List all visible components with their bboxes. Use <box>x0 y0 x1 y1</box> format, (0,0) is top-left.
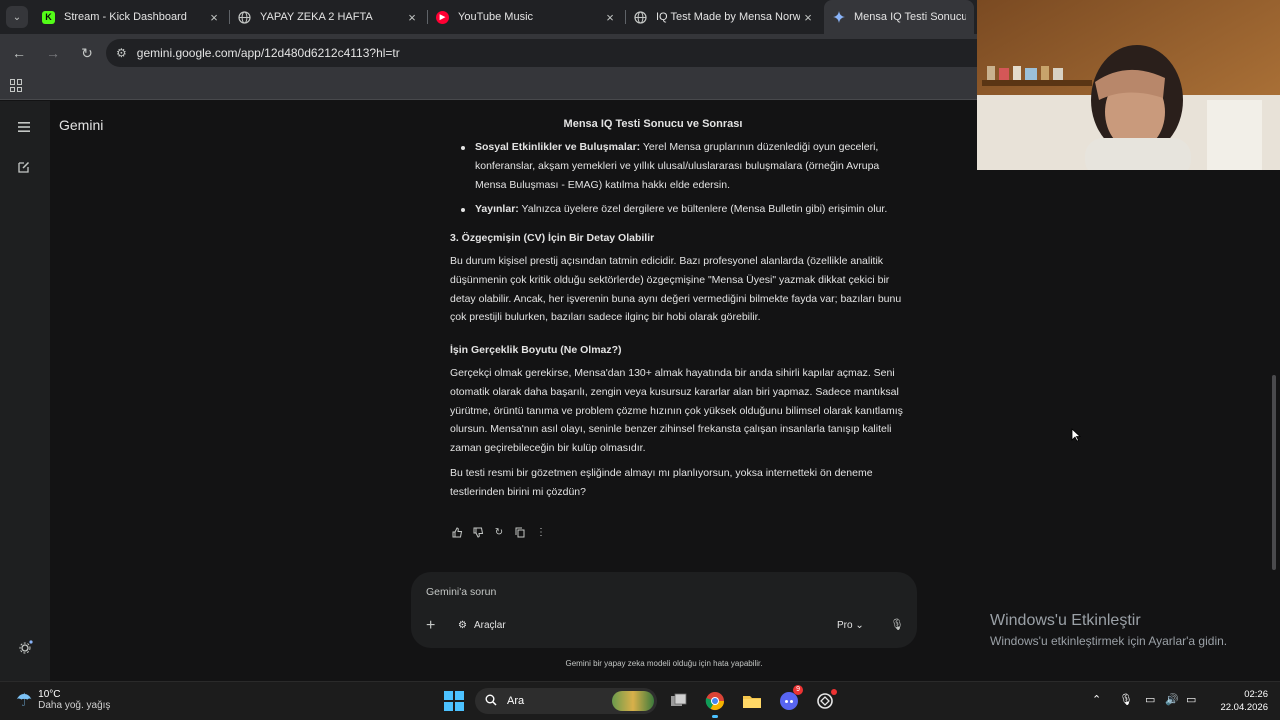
prompt-composer[interactable]: Gemini'a sorun + ⚙ Araçlar Pro ⌄ 🎙 <box>411 572 917 648</box>
watermark-subtitle: Windows'u etkinleştirmek için Ayarlar'a … <box>990 634 1228 648</box>
task-view-icon[interactable] <box>667 689 691 713</box>
search-icon <box>485 694 497 709</box>
kick-icon: K <box>42 10 55 24</box>
close-icon[interactable]: × <box>206 10 222 25</box>
search-label: Ara <box>507 695 525 707</box>
clock-time: 02:26 <box>1244 689 1268 700</box>
model-response: Sosyal Etkinlikler ve Buluşmalar: Yerel … <box>450 141 912 508</box>
weather-temp: 10°C <box>38 689 61 700</box>
disclaimer-text: Gemini bir yapay zeka modeli olduğu için… <box>565 659 763 668</box>
tab-iq-test[interactable]: IQ Test Made by Mensa Norwa × <box>626 0 824 34</box>
network-icon[interactable]: ▭ <box>1145 693 1155 706</box>
recording-dot-icon <box>831 689 837 695</box>
gemini-side-rail <box>0 101 50 681</box>
webcam-overlay <box>977 0 1280 170</box>
more-options-icon[interactable]: ⋮ <box>535 525 547 539</box>
rain-umbrella-icon: ☂ <box>16 689 33 710</box>
add-file-icon[interactable]: + <box>426 617 435 635</box>
volume-icon[interactable]: 🔊 <box>1165 693 1179 706</box>
back-button[interactable]: ← <box>4 38 34 68</box>
close-icon[interactable]: × <box>800 10 816 25</box>
tab-title: Mensa IQ Testi Sonucu ve So <box>854 11 966 23</box>
section-heading: İşin Gerçeklik Boyutu (Ne Olmaz?) <box>450 344 622 357</box>
system-clock[interactable]: 02:26 22.04.2026 <box>1212 688 1268 714</box>
apps-icon[interactable] <box>10 79 23 92</box>
chevron-down-icon: ⌄ <box>855 620 864 631</box>
microphone-icon[interactable]: 🎙 <box>890 618 904 631</box>
reload-button[interactable]: ↻ <box>72 38 102 68</box>
paragraph: Bu testi resmi bir gözetmen eşliğinde al… <box>450 466 873 498</box>
model-label: Pro <box>837 620 853 631</box>
new-chat-icon[interactable] <box>18 160 30 178</box>
address-bar[interactable]: ⚙ gemini.google.com/app/12d480d6212c4113… <box>106 39 1066 67</box>
paragraph: Bu durum kişisel prestij açısından tatmi… <box>450 254 902 324</box>
thumbs-up-icon[interactable] <box>451 525 463 539</box>
close-icon[interactable]: × <box>602 10 618 25</box>
tab-mensa-gemini[interactable]: Mensa IQ Testi Sonucu ve So <box>824 0 974 34</box>
thumbs-down-icon[interactable] <box>472 525 484 539</box>
site-info-icon[interactable]: ⚙ <box>116 46 127 60</box>
close-icon[interactable]: × <box>404 10 420 25</box>
menu-icon[interactable] <box>18 119 30 137</box>
tab-title: YAPAY ZEKA 2 HAFTA <box>260 11 373 23</box>
discord-icon[interactable]: 9 <box>777 685 803 713</box>
copy-icon[interactable] <box>514 525 526 539</box>
regenerate-icon[interactable]: ↻ <box>493 525 505 539</box>
scrollbar[interactable] <box>1272 375 1276 570</box>
globe-icon <box>634 10 647 24</box>
taskbar-search[interactable]: Ara <box>475 688 657 714</box>
url-text: gemini.google.com/app/12d480d6212c4113?h… <box>136 46 400 60</box>
section-heading: 3. Özgeçmişin (CV) İçin Bir Detay Olabil… <box>450 232 655 245</box>
weather-desc: Daha yoğ. yağış <box>38 700 111 711</box>
forward-button[interactable]: → <box>38 38 68 68</box>
tab-kick-dashboard[interactable]: K Stream - Kick Dashboard × <box>34 0 230 34</box>
start-button-windows-icon[interactable] <box>444 691 464 711</box>
list-item: Sosyal Etkinlikler ve Buluşmalar: Yerel … <box>461 138 912 194</box>
chevron-up-icon[interactable]: ⌃ <box>1092 693 1101 706</box>
response-actions: ↻ ⋮ <box>451 525 547 539</box>
tab-search-button[interactable]: ⌄ <box>0 0 34 34</box>
windows-taskbar: ☂ 10°C Daha yoğ. yağış Ara 9 ⌃ 🎙 ▭ 🔊 ▭ 0… <box>0 681 1280 720</box>
chatgpt-app-icon[interactable] <box>813 689 837 713</box>
battery-icon[interactable]: ▭ <box>1186 693 1196 706</box>
notification-badge: 9 <box>793 685 803 695</box>
model-picker[interactable]: Pro ⌄ <box>837 620 864 631</box>
microphone-tray-icon[interactable]: 🎙 <box>1119 693 1133 706</box>
weather-widget[interactable]: ☂ 10°C Daha yoğ. yağış <box>16 689 110 711</box>
right-pane <box>978 101 1280 681</box>
tune-icon: ⚙ <box>458 620 467 631</box>
list-item-title: Sosyal Etkinlikler ve Buluşmalar: <box>475 141 641 153</box>
clock-date: 22.04.2026 <box>1220 702 1268 713</box>
watermark-title: Windows'u Etkinleştir <box>990 612 1141 629</box>
list-item-text: Yalnızca üyelere özel dergilere ve bülte… <box>518 203 888 216</box>
tab-yapay-zeka[interactable]: YAPAY ZEKA 2 HAFTA × <box>230 0 428 34</box>
chrome-icon[interactable] <box>703 689 727 718</box>
tab-title: IQ Test Made by Mensa Norwa <box>656 11 800 23</box>
tab-youtube-music[interactable]: ▶ YouTube Music × <box>428 0 626 34</box>
mouse-cursor-icon <box>1071 428 1082 447</box>
file-explorer-folder-icon[interactable] <box>740 689 764 713</box>
paragraph: Gerçekçi olmak gerekirse, Mensa'dan 130+… <box>450 366 903 455</box>
gemini-icon <box>832 11 845 24</box>
prompt-input[interactable]: Gemini'a sorun <box>426 586 496 598</box>
search-highlight-image <box>612 691 654 711</box>
benefits-list: Sosyal Etkinlikler ve Buluşmalar: Yerel … <box>450 138 912 219</box>
youtube-music-icon: ▶ <box>436 10 449 24</box>
list-item-title: Yayınlar: <box>475 203 519 216</box>
tools-button[interactable]: ⚙ Araçlar <box>458 620 506 631</box>
tab-title: YouTube Music <box>458 11 534 23</box>
chevron-down-icon: ⌄ <box>6 6 28 28</box>
settings-gear-icon[interactable] <box>19 640 33 659</box>
windows-activation-watermark: Windows'u Etkinleştir Windows'u etkinleş… <box>990 612 1227 648</box>
tools-label: Araçlar <box>473 620 506 631</box>
tab-title: Stream - Kick Dashboard <box>64 11 187 23</box>
list-item: Yayınlar: Yalnızca üyelere özel dergiler… <box>461 200 912 219</box>
globe-icon <box>238 10 251 24</box>
